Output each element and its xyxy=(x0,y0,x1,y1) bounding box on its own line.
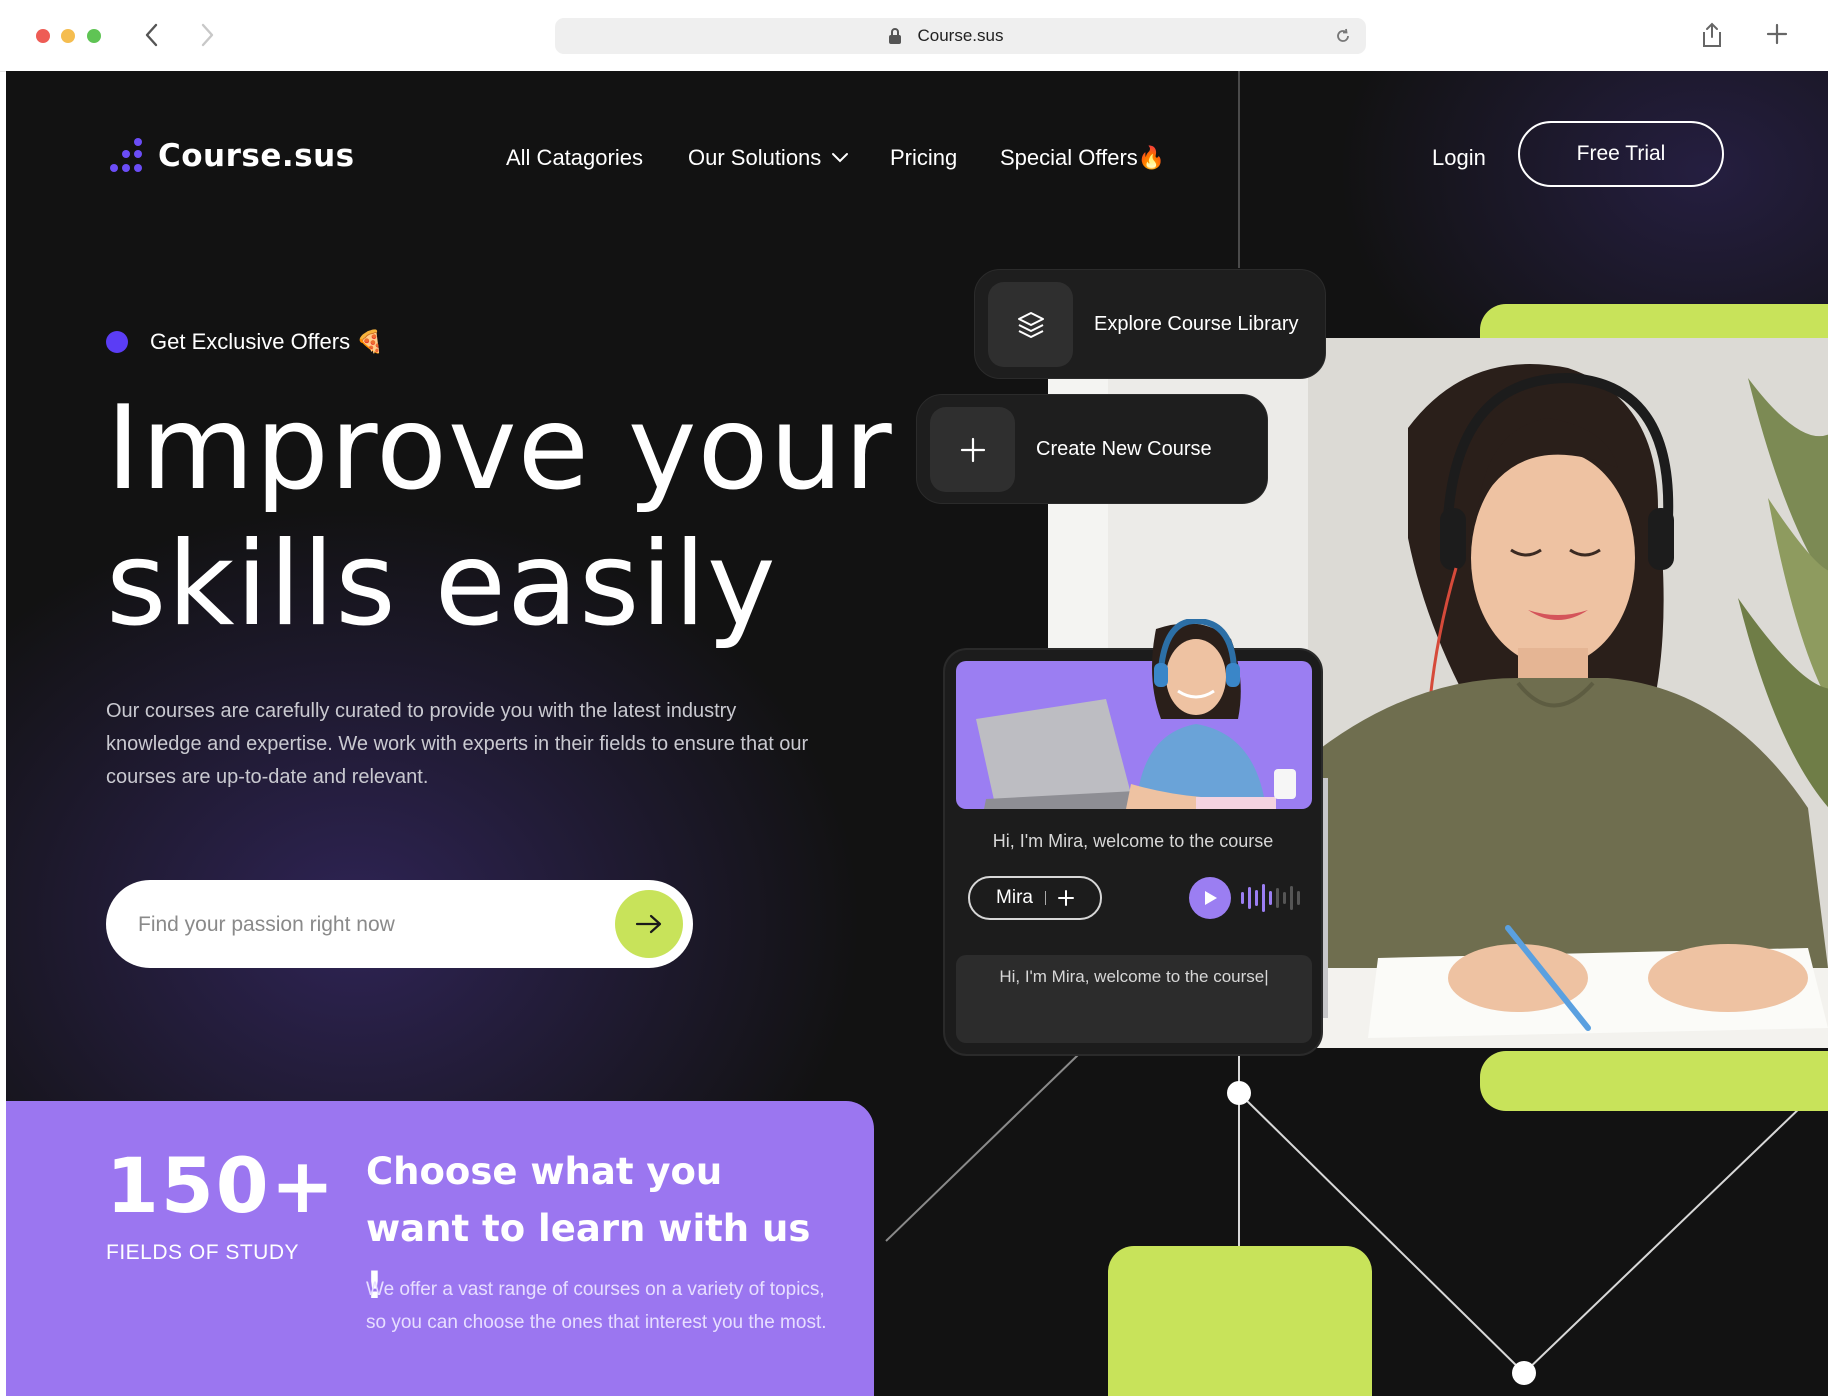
headline-line-1: Improve your xyxy=(106,381,893,516)
voice-selector[interactable]: Mira xyxy=(968,876,1102,920)
plus-icon[interactable] xyxy=(1057,890,1074,906)
reload-icon[interactable] xyxy=(1334,27,1352,45)
avatar-caption: Hi, I'm Mira, welcome to the course xyxy=(992,831,1274,851)
nav-pricing[interactable]: Pricing xyxy=(890,145,957,171)
arrow-right-icon xyxy=(635,914,662,934)
hero-description: Our courses are carefully curated to pro… xyxy=(106,700,809,788)
fields-label: FIELDS OF STUDY xyxy=(106,1241,300,1264)
layers-icon xyxy=(988,282,1073,367)
badge-text: Get Exclusive Offers 🍕 xyxy=(150,329,384,354)
minimize-window-button[interactable] xyxy=(61,29,75,43)
avatar-video[interactable] xyxy=(956,619,1312,809)
script-textarea[interactable]: Hi, I'm Mira, welcome to the course| xyxy=(956,955,1312,1043)
search-input[interactable] xyxy=(136,902,580,948)
nav-our-solutions[interactable]: Our Solutions xyxy=(688,145,851,171)
waveform-icon xyxy=(1241,884,1300,912)
headline-line-2: skills easily xyxy=(106,517,777,652)
ai-avatar-card: Hi, I'm Mira, welcome to the course Mira… xyxy=(943,619,1323,1056)
decorative-green-bar xyxy=(1480,1051,1828,1111)
forward-icon[interactable] xyxy=(193,18,221,52)
fields-of-study-panel: 150+ FIELDS OF STUDY Choose what you wan… xyxy=(6,1101,874,1396)
script-text: Hi, I'm Mira, welcome to the course| xyxy=(999,967,1269,986)
brand-logo[interactable]: Course.sus xyxy=(106,137,355,175)
explore-course-library-card[interactable]: Explore Course Library xyxy=(974,269,1326,379)
plus-icon xyxy=(930,407,1015,492)
play-button[interactable] xyxy=(1189,877,1231,919)
address-bar[interactable]: Course.sus xyxy=(555,18,1366,54)
share-icon[interactable] xyxy=(1701,22,1723,48)
search-bar xyxy=(106,880,693,968)
zoom-window-button[interactable] xyxy=(87,29,101,43)
logo-dots-icon xyxy=(110,138,142,172)
nav-our-solutions-label: Our Solutions xyxy=(688,145,822,170)
voice-name: Mira xyxy=(996,887,1033,908)
explore-course-library-label: Explore Course Library xyxy=(1094,313,1299,335)
badge-dot xyxy=(106,331,128,353)
create-new-course-label: Create New Course xyxy=(1036,438,1212,460)
play-icon xyxy=(1205,891,1217,905)
browser-toolbar: Course.sus xyxy=(0,0,1828,72)
landing-page: Course.sus All Catagories Our Solutions … xyxy=(6,71,1828,1396)
new-tab-icon[interactable] xyxy=(1765,22,1789,46)
pill-divider xyxy=(1044,891,1046,905)
brand-name: Course.sus xyxy=(158,138,355,174)
nav-special-offers[interactable]: Special Offers🔥 xyxy=(1000,145,1165,171)
url-text: Course.sus xyxy=(917,26,1004,45)
create-new-course-card[interactable]: Create New Course xyxy=(916,394,1268,504)
fields-count: 150+ xyxy=(106,1141,337,1230)
hero-headline: Improve your skills easily xyxy=(106,381,926,653)
close-window-button[interactable] xyxy=(36,29,50,43)
login-link[interactable]: Login xyxy=(1432,145,1486,171)
decorative-green-block xyxy=(1108,1246,1372,1396)
search-submit-button[interactable] xyxy=(615,890,683,958)
free-trial-button[interactable]: Free Trial xyxy=(1518,121,1724,187)
panel-description: We offer a vast range of courses on a va… xyxy=(366,1279,827,1333)
back-icon[interactable] xyxy=(138,18,166,52)
chevron-down-icon xyxy=(832,153,849,163)
exclusive-offers-badge[interactable]: Get Exclusive Offers 🍕 xyxy=(106,329,384,355)
nav-all-categories[interactable]: All Catagories xyxy=(506,145,643,171)
avatar-illustration xyxy=(976,619,1296,809)
